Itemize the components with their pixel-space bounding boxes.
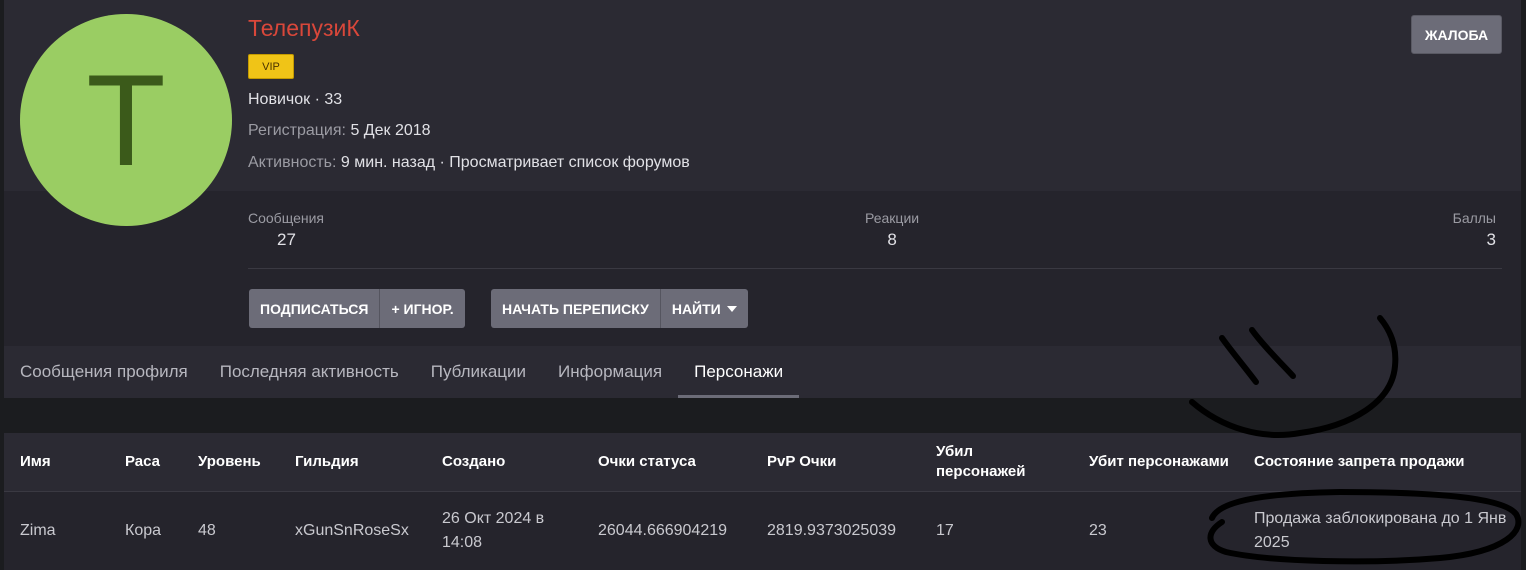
characters-table: Имя Раса Уровень Гильдия Создано Очки ст… bbox=[4, 433, 1521, 570]
registration-value: 5 Дек 2018 bbox=[350, 122, 431, 139]
cell-race: Кора bbox=[109, 490, 182, 570]
cell-created: 26 Окт 2024 в 14:08 bbox=[426, 490, 582, 570]
col-header-status-points: Очки статуса bbox=[598, 453, 696, 470]
cell-guild: xGunSnRoseSx bbox=[279, 490, 426, 570]
stat-messages-value: 27 bbox=[277, 230, 296, 249]
registration-label: Регистрация: bbox=[248, 122, 346, 139]
find-button[interactable]: НАЙТИ bbox=[660, 289, 748, 328]
col-header-created: Создано bbox=[442, 453, 506, 470]
tab-latest-activity[interactable]: Последняя активность bbox=[204, 346, 415, 398]
find-button-label: НАЙТИ bbox=[671, 300, 721, 317]
cell-status-points: 26044.666904219 bbox=[582, 490, 751, 570]
characters-table-panel: Имя Раса Уровень Гильдия Создано Очки ст… bbox=[4, 433, 1521, 570]
profile-card: T ТелепузиК VIP Новичок · 33 Регистрация… bbox=[4, 0, 1521, 398]
stats-divider bbox=[248, 268, 1502, 269]
subscribe-button[interactable]: ПОДПИСАТЬСЯ bbox=[249, 289, 381, 328]
table-row: Zima Кора 48 xGunSnRoseSx 26 Окт 2024 в … bbox=[4, 490, 1521, 570]
col-header-race: Раса bbox=[125, 453, 161, 470]
follow-button-group: ПОДПИСАТЬСЯ + ИГНОР. bbox=[249, 289, 465, 328]
col-header-guild: Гильдия bbox=[295, 453, 359, 470]
caret-down-icon bbox=[726, 305, 737, 312]
cell-kills: 17 bbox=[920, 490, 1073, 570]
stat-points-value: 3 bbox=[1486, 230, 1496, 249]
ignore-button[interactable]: + ИГНОР. bbox=[380, 289, 465, 328]
tab-postings[interactable]: Публикации bbox=[415, 346, 542, 398]
tab-characters[interactable]: Персонажи bbox=[678, 346, 800, 398]
cell-level: 48 bbox=[182, 490, 279, 570]
report-button[interactable]: ЖАЛОБА bbox=[1411, 15, 1502, 54]
username[interactable]: ТелепузиК bbox=[248, 15, 360, 42]
registration-line: Регистрация: 5 Дек 2018 bbox=[248, 122, 431, 140]
cell-name: Zima bbox=[4, 490, 109, 570]
stat-messages-label: Сообщения bbox=[248, 210, 324, 226]
start-conversation-button[interactable]: НАЧАТЬ ПЕРЕПИСКУ bbox=[491, 289, 661, 328]
stat-reactions[interactable]: Реакции 8 bbox=[865, 210, 919, 250]
cell-deaths: 23 bbox=[1073, 490, 1238, 570]
col-header-kills: Убил персонажей bbox=[936, 443, 1026, 480]
table-header-row: Имя Раса Уровень Гильдия Создано Очки ст… bbox=[4, 433, 1521, 491]
activity-value: 9 мин. назад · Просматривает список фору… bbox=[340, 154, 690, 171]
rank-line: Новичок · 33 bbox=[248, 91, 343, 108]
cell-sale-ban: Продажа заблокирована до 1 Янв 2025 bbox=[1238, 490, 1521, 570]
profile-tabs: Сообщения профиля Последняя активность П… bbox=[4, 346, 1521, 398]
col-header-deaths: Убит персонажами bbox=[1089, 453, 1229, 470]
col-header-sale-ban: Состояние запрета продажи bbox=[1254, 453, 1465, 470]
stat-points-label: Баллы bbox=[1452, 210, 1496, 226]
avatar-letter: T bbox=[86, 47, 166, 193]
message-button-group: НАЧАТЬ ПЕРЕПИСКУ НАЙТИ bbox=[491, 289, 748, 328]
col-header-level: Уровень bbox=[198, 453, 261, 470]
stat-reactions-value: 8 bbox=[887, 230, 897, 249]
avatar[interactable]: T bbox=[20, 14, 232, 226]
activity-label: Активность: bbox=[248, 154, 337, 171]
stat-reactions-label: Реакции bbox=[865, 210, 920, 226]
tab-profile-posts[interactable]: Сообщения профиля bbox=[4, 346, 204, 398]
activity-line: Активность: 9 мин. назад · Просматривает… bbox=[248, 154, 690, 172]
tab-about[interactable]: Информация bbox=[542, 346, 678, 398]
stat-messages[interactable]: Сообщения 27 bbox=[248, 210, 324, 250]
col-header-name: Имя bbox=[20, 453, 51, 470]
stat-points[interactable]: Баллы 3 bbox=[1453, 210, 1496, 250]
col-header-pvp-points: PvP Очки bbox=[767, 453, 837, 470]
vip-badge: VIP bbox=[248, 54, 294, 79]
cell-pvp-points: 2819.9373025039 bbox=[751, 490, 920, 570]
